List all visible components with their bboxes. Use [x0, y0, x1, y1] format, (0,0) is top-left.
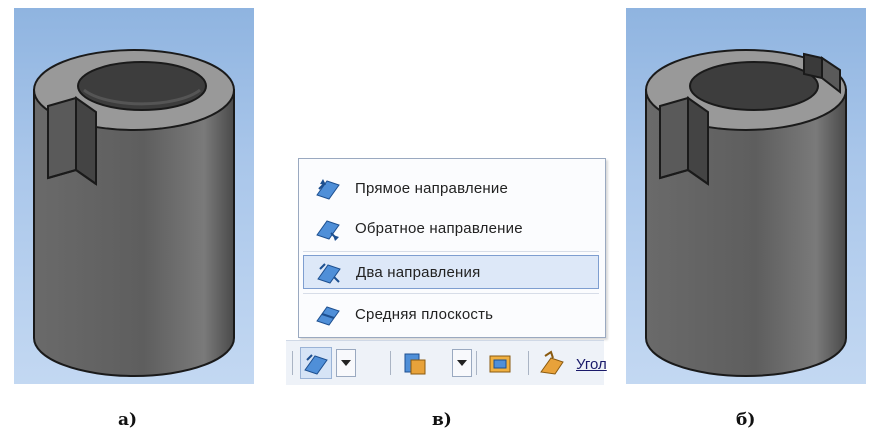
draft-angle-icon — [540, 350, 564, 375]
toolbar-separator — [292, 351, 293, 375]
angle-label[interactable]: Угол — [576, 356, 607, 373]
model-view-b — [626, 8, 866, 384]
cylinder-model-a — [33, 49, 235, 377]
extrusion-type-dropdown-button[interactable] — [452, 349, 472, 377]
direction-menu-panel: Прямое направление Обратное направление … — [286, 158, 607, 385]
menu-item-label: Обратное направление — [355, 219, 523, 237]
model-view-a — [14, 8, 254, 384]
menu-item-direct-direction[interactable]: Прямое направление — [303, 171, 599, 205]
menu-separator — [303, 251, 599, 252]
menu-item-reverse-direction[interactable]: Обратное направление — [303, 211, 599, 245]
chevron-down-icon — [341, 360, 351, 366]
caption-v: в) — [432, 410, 452, 430]
direction-dropdown-button[interactable] — [336, 349, 356, 377]
thin-wall-button[interactable] — [484, 347, 516, 379]
caption-b: б) — [736, 410, 756, 430]
thin-wall-icon — [489, 355, 511, 373]
middle-plane-icon — [316, 306, 340, 326]
reverse-direction-icon — [316, 220, 340, 241]
menu-item-label: Два направления — [356, 263, 481, 281]
direct-direction-icon — [316, 179, 340, 200]
cylinder-model-b — [645, 49, 847, 377]
extrusion-type-button[interactable] — [398, 347, 430, 379]
menu-separator — [303, 293, 599, 294]
extrusion-toolbar: Угол — [286, 340, 607, 385]
caption-a: а) — [118, 410, 138, 430]
menu-item-two-directions[interactable]: Два направления — [303, 255, 599, 289]
extrusion-icon — [404, 353, 426, 375]
chevron-down-icon — [457, 360, 467, 366]
two-directions-icon — [304, 354, 328, 375]
toolbar-separator — [476, 351, 477, 375]
menu-item-label: Средняя плоскость — [355, 305, 494, 323]
toolbar-separator — [528, 351, 529, 375]
direction-dropdown-menu: Прямое направление Обратное направление … — [298, 158, 606, 338]
direction-button[interactable] — [300, 347, 332, 379]
draft-angle-button[interactable] — [536, 347, 568, 379]
toolbar-separator — [390, 351, 391, 375]
menu-item-middle-plane[interactable]: Средняя плоскость — [303, 297, 599, 331]
two-directions-icon — [317, 263, 341, 284]
menu-item-label: Прямое направление — [355, 179, 508, 197]
